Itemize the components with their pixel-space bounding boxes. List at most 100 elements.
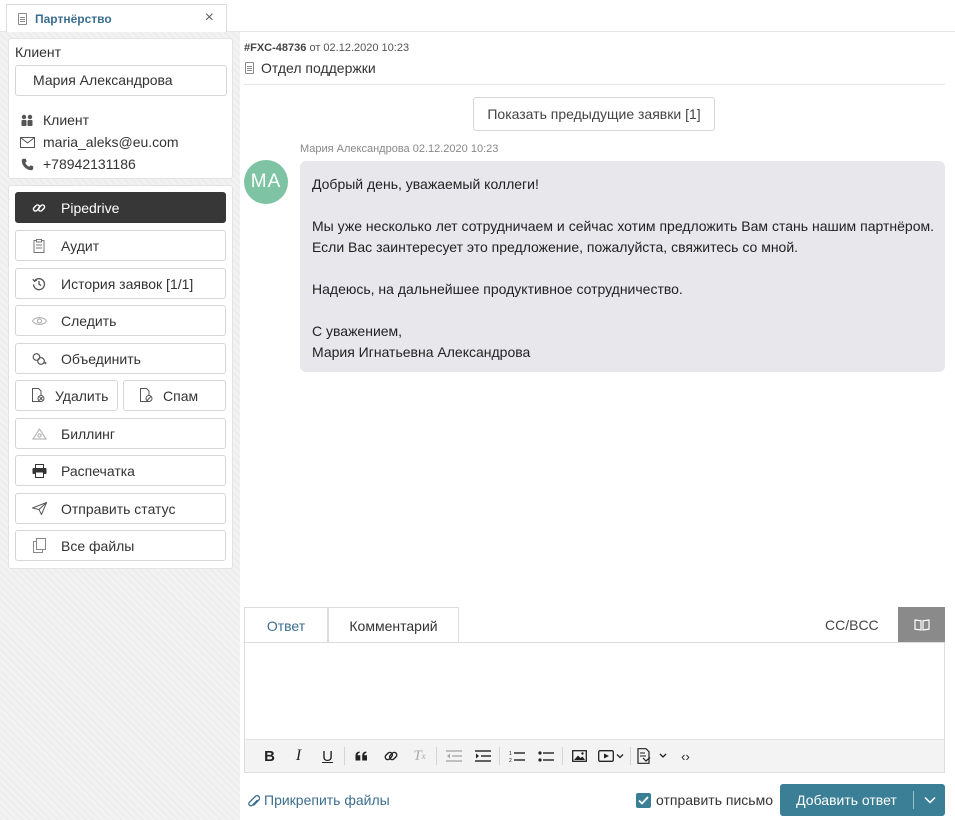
merge-button[interactable]: Объединить [15,343,226,374]
spam-file-icon [138,388,154,404]
add-reply-label: Добавить ответ [796,792,897,808]
ordered-list-icon[interactable]: 12 [502,744,531,768]
avatar: МА [244,160,288,204]
send-status-label: Отправить статус [61,500,176,517]
clipboard-icon [31,238,47,254]
eye-icon [31,313,47,329]
pipedrive-button[interactable]: Pipedrive [15,192,226,223]
client-email[interactable]: maria_aleks@eu.com [43,134,179,150]
billing-icon [31,426,47,442]
show-previous-tickets-button[interactable]: Показать предыдущие заявки [1] [473,97,715,131]
all-files-label: Все файлы [61,537,135,554]
ticket-view: #FXC-48736 от 02.12.2020 10:23 Отдел под… [240,32,955,820]
message-body: Мы уже несколько лет сотрудничаем и сейч… [312,218,934,255]
svg-text:2: 2 [509,758,512,763]
pipedrive-label: Pipedrive [61,199,120,216]
italic-icon[interactable]: I [284,744,313,768]
bold-icon[interactable]: B [255,744,284,768]
attach-files-link[interactable]: Прикрепить файлы [248,792,390,808]
print-label: Распечатка [61,462,135,479]
client-phone[interactable]: +78942131186 [43,156,136,172]
reply-editor[interactable]: B I U Tx 12 ‹› [244,642,945,773]
client-title: Клиент [15,44,62,60]
follow-label: Следить [61,312,117,329]
link-icon[interactable] [376,744,405,768]
toolbar-separator [630,747,631,765]
underline-icon[interactable]: U [313,744,342,768]
quote-icon[interactable] [347,744,376,768]
follow-button[interactable]: Следить [15,305,226,336]
document-icon [245,62,254,74]
video-icon[interactable] [594,744,628,768]
tab-answer[interactable]: Ответ [244,607,328,643]
client-type: Клиент [43,112,90,128]
document-icon [18,12,27,25]
client-email-row: maria_aleks@eu.com [19,133,179,151]
add-reply-button[interactable]: Добавить ответ [780,784,945,816]
history-icon [31,276,47,292]
tab-label: Партнёрство [35,11,112,26]
source-code-icon[interactable]: ‹› [671,744,700,768]
envelope-icon [19,135,35,149]
signature-line-2: Мария Игнатьевна Александрова [312,344,531,360]
book-icon [913,618,930,631]
message-meta: Мария Александрова 02.12.2020 10:23 [300,143,499,155]
ticket-date: 02.12.2020 10:23 [323,42,410,54]
actions-panel: Pipedrive Аудит История заявок [1/1] Сле… [8,185,233,569]
client-panel: Клиент Мария Александрова Клиент maria_a… [8,38,233,179]
checkmark-icon [638,795,649,805]
clear-format-icon[interactable]: Tx [405,744,434,768]
paper-plane-icon [31,501,47,517]
reply-tabs: Ответ Комментарий CC/BCC [244,607,945,643]
chevron-down-icon[interactable] [914,796,945,804]
send-mail-checkbox[interactable] [636,792,651,808]
indent-icon[interactable] [468,744,497,768]
all-files-button[interactable]: Все файлы [15,530,226,561]
close-icon[interactable]: × [205,10,214,26]
paperclip-icon [248,794,260,806]
toolbar-separator [436,747,437,765]
link-icon [31,200,47,216]
billing-label: Биллинг [61,425,116,442]
spam-button[interactable]: Спам [123,380,226,411]
files-icon [31,538,47,554]
message-closing: Надеюсь, на дальнейшее продуктивное сотр… [312,281,683,297]
client-name-field[interactable]: Мария Александрова [15,65,227,96]
book-button[interactable] [898,607,945,642]
tab-comment[interactable]: Комментарий [328,607,459,643]
image-icon[interactable] [565,744,594,768]
billing-button[interactable]: Биллинг [15,418,226,449]
send-mail-label: отправить письмо [656,792,774,808]
audit-label: Аудит [61,237,100,254]
message-greeting: Добрый день, уважаемый коллеги! [312,176,539,192]
audit-button[interactable]: Аудит [15,230,226,261]
merge-label: Объединить [61,350,141,367]
attach-files-label: Прикрепить файлы [264,792,390,808]
department: Отдел поддержки [245,60,376,76]
tab-partnership[interactable]: Партнёрство × [6,4,227,32]
sidebar: Клиент Мария Александрова Клиент maria_a… [0,32,240,820]
svg-text:1: 1 [509,751,512,757]
client-type-row: Клиент [19,111,89,129]
bullet-list-icon[interactable] [531,744,560,768]
ticket-id: #FXC-48736 [244,42,307,54]
ticket-from: от [309,42,321,54]
toolbar-separator [344,747,345,765]
template-icon[interactable] [633,744,671,768]
merge-icon [31,351,47,367]
department-label: Отдел поддержки [261,60,376,76]
delete-label: Удалить [55,387,109,404]
cc-bcc-link[interactable]: CC/BCC [825,617,879,633]
client-phone-row: +78942131186 [19,155,136,173]
users-icon [19,113,35,127]
delete-button[interactable]: Удалить [15,380,118,411]
ticket-header: #FXC-48736 от 02.12.2020 10:23 [244,42,409,54]
outdent-icon[interactable] [439,744,468,768]
send-mail-toggle[interactable]: отправить письмо [636,792,773,808]
phone-icon [19,157,35,171]
delete-file-icon [30,388,46,404]
print-button[interactable]: Распечатка [15,455,226,486]
message-bubble: Добрый день, уважаемый коллеги! Мы уже н… [300,161,945,372]
history-button[interactable]: История заявок [1/1] [15,268,226,299]
send-status-button[interactable]: Отправить статус [15,493,226,524]
